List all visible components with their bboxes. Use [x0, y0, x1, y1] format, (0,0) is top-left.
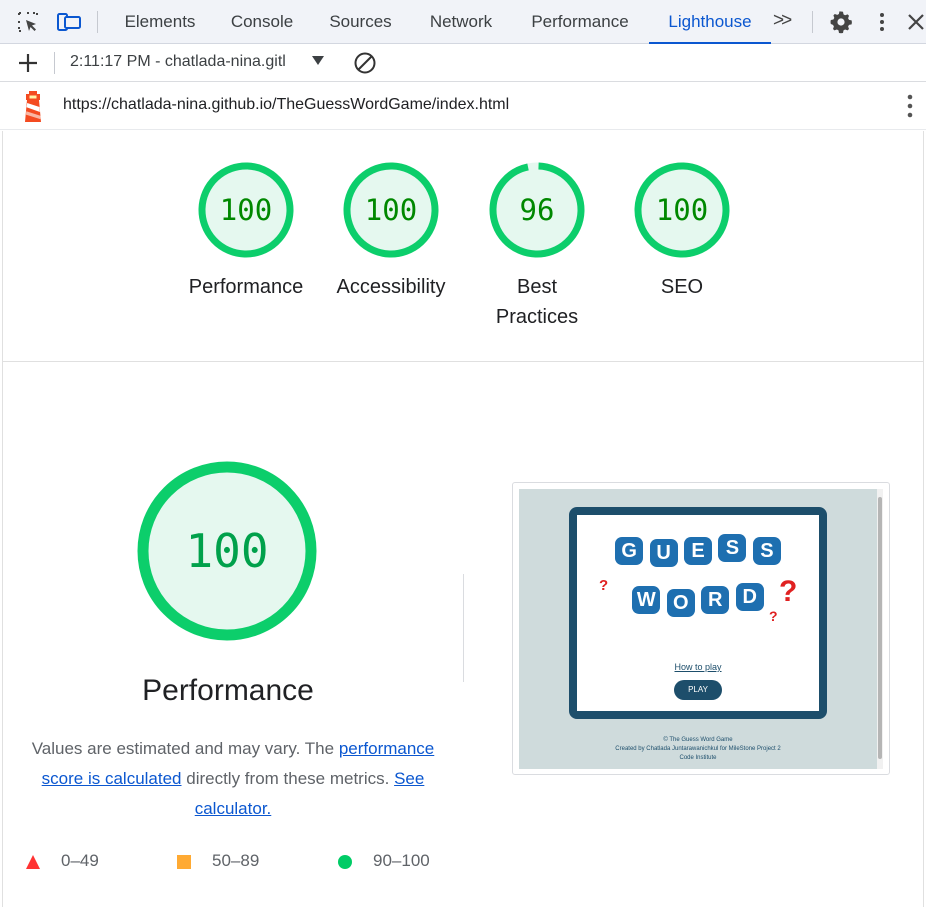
- toolbar-separator: [54, 52, 55, 74]
- circle-icon: [338, 855, 352, 869]
- score-gauge-performance[interactable]: 100 Performance: [189, 160, 303, 302]
- play-button: PLAY: [674, 680, 722, 700]
- performance-description: Values are estimated and may vary. The p…: [13, 734, 453, 824]
- gear-icon[interactable]: [829, 10, 853, 34]
- score-gauge-seo[interactable]: 100 SEO: [632, 160, 732, 302]
- letter-tile: R: [701, 586, 730, 614]
- performance-score: 100: [185, 524, 269, 578]
- screenshot-footer-line: Created by Chatlada Juntarawanichkul for…: [615, 746, 781, 752]
- tab-console[interactable]: Console: [230, 0, 294, 44]
- title-tiles-guess: G U E S S: [577, 534, 819, 567]
- score-value: 100: [364, 193, 418, 227]
- report-url[interactable]: https://chatlada-nina.github.io/TheGuess…: [63, 96, 509, 114]
- letter-tile: W: [632, 586, 661, 614]
- letter-tile: E: [684, 537, 712, 565]
- final-screenshot[interactable]: G U E S S W O R D ? ? ? How to play PLAY…: [512, 482, 890, 775]
- score-gauge-accessibility[interactable]: 100 Accessibility: [337, 160, 445, 302]
- question-mark-icon: ?: [599, 577, 609, 594]
- question-mark-icon: ?: [769, 608, 778, 624]
- toolbar-separator: [97, 11, 98, 33]
- score-value: 96: [519, 193, 555, 227]
- screenshot-footer-line: Code Institute: [679, 755, 717, 761]
- tab-elements[interactable]: Elements: [124, 0, 196, 44]
- report-url-bar: https://chatlada-nina.github.io/TheGuess…: [0, 82, 926, 130]
- question-mark-icon: ?: [779, 575, 798, 608]
- chevron-down-icon[interactable]: [312, 56, 324, 65]
- column-divider: [463, 574, 464, 682]
- tab-network[interactable]: Network: [427, 0, 495, 44]
- performance-gauge: 100: [136, 460, 318, 642]
- score-gauge-best-practices[interactable]: 96 Best Practices: [487, 160, 587, 332]
- scrollbar-thumb: [878, 497, 882, 759]
- kebab-menu-icon[interactable]: [900, 93, 920, 119]
- toolbar-separator: [812, 11, 813, 33]
- tab-lighthouse[interactable]: Lighthouse: [649, 0, 771, 44]
- lighthouse-devtools-window: Elements Console Sources Network Perform…: [0, 0, 926, 907]
- more-tabs-button[interactable]: >>: [773, 10, 792, 32]
- close-icon[interactable]: [906, 10, 926, 34]
- legend-range: 50–89: [212, 851, 260, 870]
- letter-tile: S: [718, 534, 747, 562]
- tab-sources[interactable]: Sources: [329, 0, 392, 44]
- game-card: G U E S S W O R D ? ? ? How to play PLAY: [569, 507, 827, 719]
- score-value: 100: [219, 193, 273, 227]
- legend-range: 0–49: [61, 851, 99, 870]
- letter-tile: S: [752, 537, 781, 565]
- lighthouse-icon: [20, 89, 46, 123]
- score-value: 100: [655, 193, 709, 227]
- kebab-menu-icon[interactable]: [870, 10, 894, 34]
- letter-tile: G: [615, 537, 644, 565]
- tab-performance[interactable]: Performance: [530, 0, 630, 44]
- description-text: Values are estimated and may vary. The: [31, 739, 339, 758]
- clear-icon[interactable]: [353, 51, 377, 75]
- square-icon: [177, 855, 191, 869]
- triangle-icon: [26, 855, 40, 869]
- lighthouse-report: 100 Performance 100 Accessibility 96 Best Pra…: [2, 131, 924, 907]
- letter-tile: O: [666, 589, 695, 617]
- score-label: Accessibility: [336, 276, 446, 298]
- description-text: directly from these metrics.: [181, 769, 395, 788]
- how-to-play-link: How to play: [674, 662, 722, 672]
- inspect-element-icon[interactable]: [16, 10, 40, 34]
- score-label: Performance: [188, 276, 304, 298]
- report-select[interactable]: 2:11:17 PM - chatlada-nina.gitl: [70, 53, 286, 71]
- screenshot-image: G U E S S W O R D ? ? ? How to play PLAY…: [519, 489, 877, 769]
- score-label: SEO: [660, 276, 704, 298]
- device-toolbar-icon[interactable]: [56, 10, 81, 34]
- lighthouse-toolbar: 2:11:17 PM - chatlada-nina.gitl: [0, 44, 926, 82]
- letter-tile: D: [735, 583, 764, 611]
- devtools-tab-bar: Elements Console Sources Network Perform…: [0, 0, 926, 44]
- screenshot-footer-line: © The Guess Word Game: [663, 737, 733, 743]
- add-icon[interactable]: [16, 51, 40, 75]
- score-label: Best Practices: [495, 276, 579, 328]
- legend-range: 90–100: [373, 851, 430, 870]
- letter-tile: U: [649, 539, 678, 567]
- performance-title: Performance: [142, 674, 314, 707]
- section-divider: [3, 361, 923, 362]
- screenshot-scrollbar: [877, 489, 883, 769]
